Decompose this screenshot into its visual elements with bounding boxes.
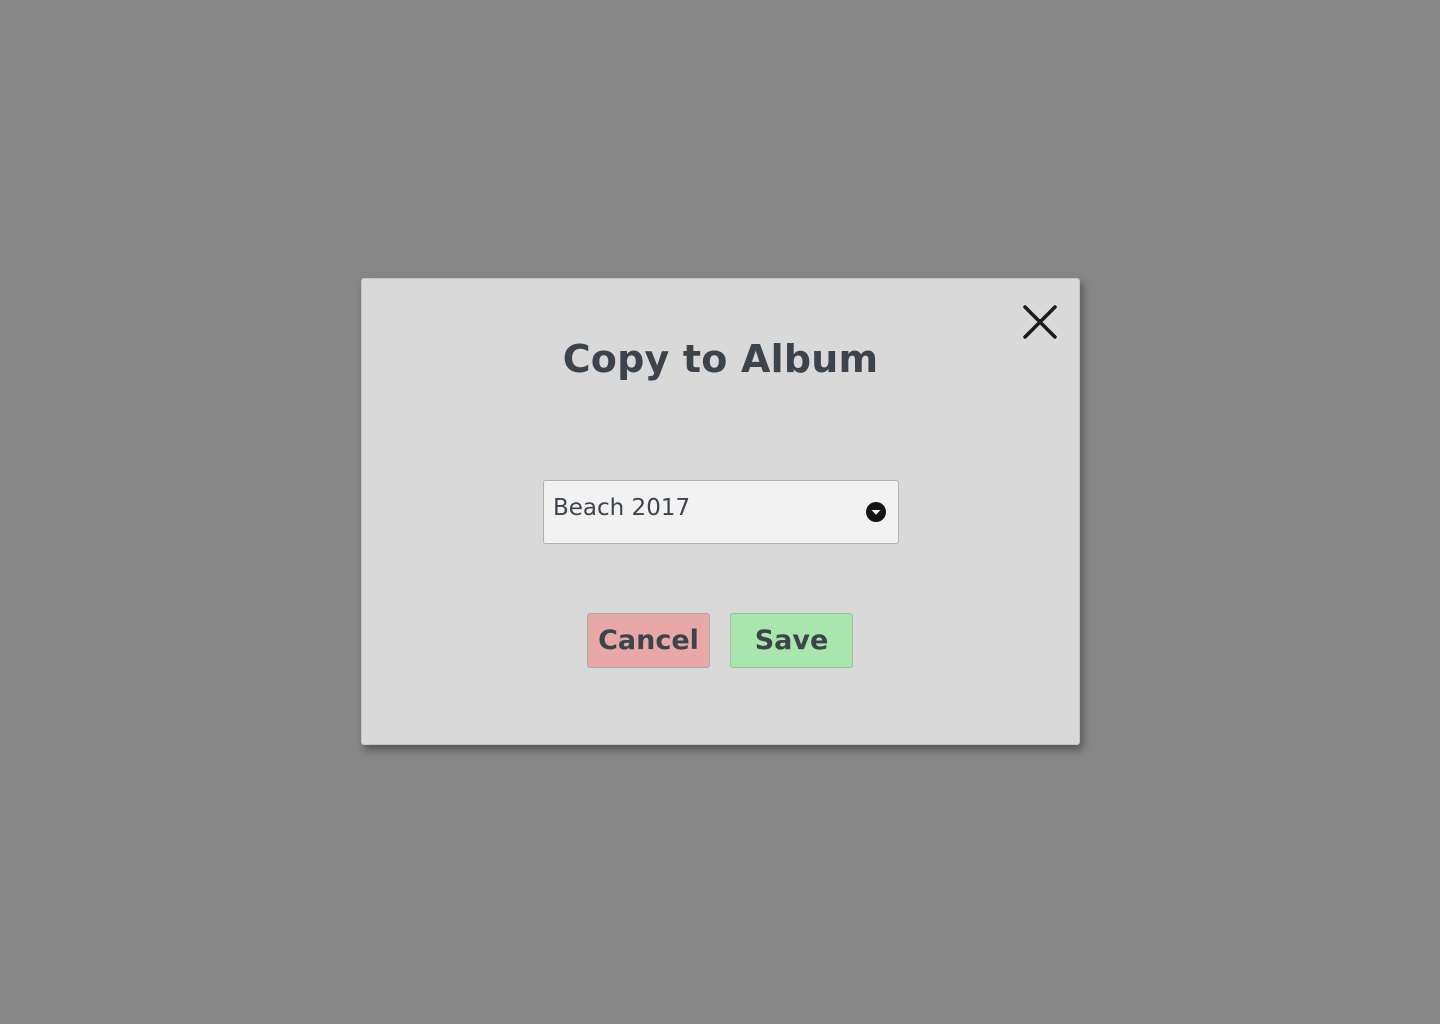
- save-button[interactable]: Save: [730, 613, 853, 668]
- album-select[interactable]: Beach 2017: [543, 480, 899, 544]
- copy-to-album-dialog: Copy to Album Beach 2017 Cancel Save: [361, 278, 1080, 745]
- close-button[interactable]: [1020, 302, 1060, 342]
- cancel-button[interactable]: Cancel: [587, 613, 710, 668]
- album-select-value: Beach 2017: [553, 495, 691, 521]
- dialog-title: Copy to Album: [562, 337, 879, 381]
- close-icon: [1023, 305, 1057, 339]
- chevron-down-circle-icon: [866, 502, 886, 522]
